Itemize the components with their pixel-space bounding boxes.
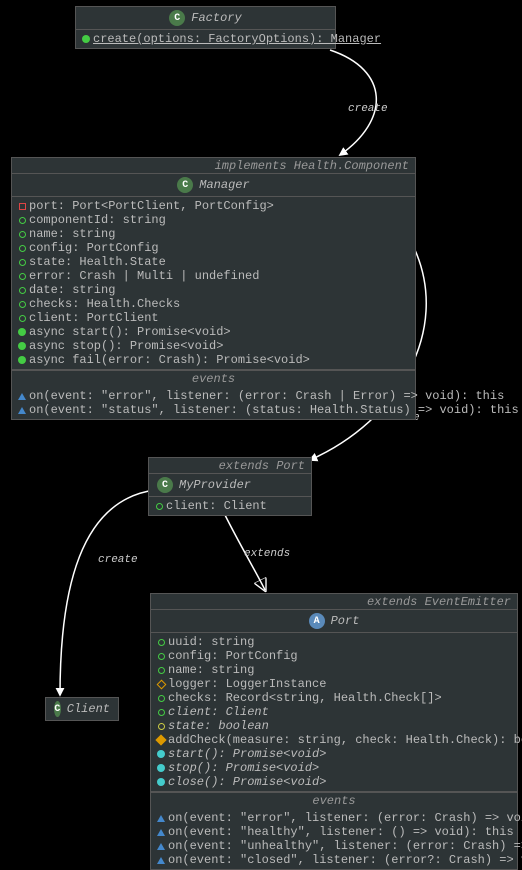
field-icon: [158, 667, 165, 674]
field-row: state: Health.State: [18, 255, 409, 269]
relation-label-create: create: [348, 103, 388, 115]
class-icon: C: [54, 701, 61, 717]
class-implements: implements Health.Component: [12, 158, 415, 173]
event-row: on(event: "closed", listener: (error?: C…: [157, 853, 511, 867]
field-icon: [19, 231, 26, 238]
event-row: on(event: "status", listener: (status: H…: [18, 403, 409, 417]
relation-label-create: create: [98, 554, 138, 566]
field-icon: [19, 259, 26, 266]
field-row: checks: Health.Checks: [18, 297, 409, 311]
event-row: on(event: "error", listener: (error: Cra…: [18, 389, 409, 403]
method-row: create(options: FactoryOptions): Manager: [82, 32, 329, 46]
field-row: checks: Record<string, Health.Check[]>: [157, 691, 511, 705]
field-row: name: string: [157, 663, 511, 677]
public-method-icon: [18, 342, 26, 350]
class-icon: C: [177, 177, 193, 193]
class-title: Client: [67, 702, 110, 716]
event-icon: [157, 857, 165, 864]
protected-field-icon: [156, 679, 166, 689]
event-icon: [157, 815, 165, 822]
method-row: async fail(error: Crash): Promise<void>: [18, 353, 409, 367]
class-header: C Manager: [12, 173, 415, 197]
public-method-icon: [82, 35, 90, 43]
field-icon: [156, 503, 163, 510]
field-icon: [19, 217, 26, 224]
class-port: extends EventEmitter A Port uuid: string…: [150, 593, 518, 870]
field-row: name: string: [18, 227, 409, 241]
field-row: client: Client: [157, 705, 511, 719]
public-method-icon: [18, 328, 26, 336]
class-myprovider: extends Port C MyProvider client: Client: [148, 457, 312, 516]
field-row: state: boolean: [157, 719, 511, 733]
abstract-method-icon: [157, 764, 165, 772]
class-header: C MyProvider: [149, 473, 311, 497]
class-client: C Client: [45, 697, 119, 721]
field-row: config: PortConfig: [157, 649, 511, 663]
field-row: client: Client: [155, 499, 305, 513]
event-icon: [18, 393, 26, 400]
method-row: stop(): Promise<void>: [157, 761, 511, 775]
class-title: MyProvider: [179, 478, 251, 492]
class-icon: C: [157, 477, 173, 493]
field-icon: [158, 653, 165, 660]
class-manager: implements Health.Component C Manager po…: [11, 157, 416, 420]
field-icon: [19, 245, 26, 252]
field-row: date: string: [18, 283, 409, 297]
class-header: C Factory: [76, 7, 335, 30]
events-header: events: [151, 792, 517, 809]
field-icon: [158, 709, 165, 716]
abstract-method-icon: [157, 750, 165, 758]
field-row: client: PortClient: [18, 311, 409, 325]
public-method-icon: [18, 356, 26, 364]
abstract-method-icon: [157, 778, 165, 786]
field-icon: [19, 315, 26, 322]
field-icon: [19, 301, 26, 308]
event-row: on(event: "unhealthy", listener: (error:…: [157, 839, 511, 853]
event-icon: [157, 843, 165, 850]
class-title: Manager: [199, 178, 249, 192]
protected-method-icon: [155, 734, 166, 745]
field-row: componentId: string: [18, 213, 409, 227]
relation-label-extends: extends: [244, 548, 290, 560]
class-title: Factory: [191, 11, 241, 25]
private-field-icon: [19, 203, 26, 210]
method-row: start(): Promise<void>: [157, 747, 511, 761]
method-row: addCheck(measure: string, check: Health.…: [157, 733, 511, 747]
field-row: port: Port<PortClient, PortConfig>: [18, 199, 409, 213]
events-header: events: [12, 370, 415, 387]
method-row: close(): Promise<void>: [157, 775, 511, 789]
class-icon: C: [169, 10, 185, 26]
event-icon: [157, 829, 165, 836]
abstract-field-icon: [158, 723, 165, 730]
field-icon: [19, 287, 26, 294]
method-row: async start(): Promise<void>: [18, 325, 409, 339]
field-row: logger: LoggerInstance: [157, 677, 511, 691]
class-header: C Client: [46, 698, 118, 720]
field-row: config: PortConfig: [18, 241, 409, 255]
class-factory: C Factory create(options: FactoryOptions…: [75, 6, 336, 49]
class-title: Port: [331, 614, 360, 628]
field-icon: [158, 695, 165, 702]
class-header: A Port: [151, 609, 517, 633]
field-icon: [19, 273, 26, 280]
field-row: uuid: string: [157, 635, 511, 649]
field-icon: [158, 639, 165, 646]
field-row: error: Crash | Multi | undefined: [18, 269, 409, 283]
event-row: on(event: "healthy", listener: () => voi…: [157, 825, 511, 839]
event-row: on(event: "error", listener: (error: Cra…: [157, 811, 511, 825]
event-icon: [18, 407, 26, 414]
method-row: async stop(): Promise<void>: [18, 339, 409, 353]
class-extends: extends Port: [149, 458, 311, 473]
abstract-icon: A: [309, 613, 325, 629]
class-extends: extends EventEmitter: [151, 594, 517, 609]
